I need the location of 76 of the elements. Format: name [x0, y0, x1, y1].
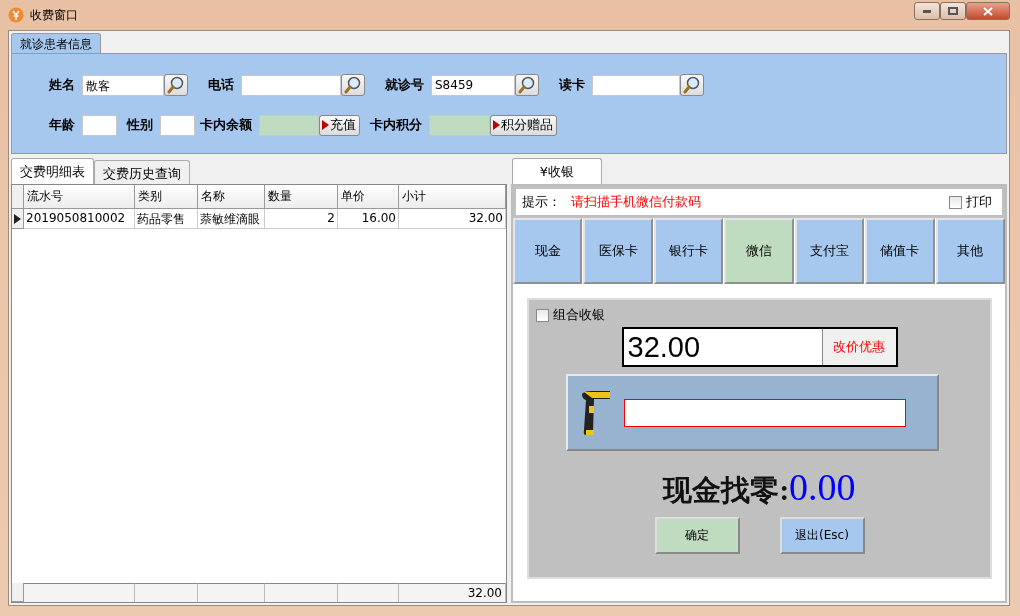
checkbox-label: 组合收银 — [553, 306, 605, 324]
table-cell: 32.00 — [399, 209, 506, 229]
search-button[interactable] — [341, 74, 365, 96]
close-icon — [983, 6, 993, 16]
hint-message: 请扫描手机微信付款码 — [571, 193, 702, 211]
footer-corner-cell — [12, 583, 24, 602]
column-header[interactable]: 小计 — [399, 185, 506, 209]
table-cell: 药品零售 — [135, 209, 198, 229]
input-field[interactable] — [160, 114, 195, 136]
hint-label: 提示： — [522, 193, 561, 211]
tab[interactable]: 交费明细表 — [11, 158, 94, 184]
window-title: 收费窗口 — [30, 6, 78, 24]
input-field[interactable] — [259, 114, 319, 136]
row-pointer-icon — [14, 213, 21, 224]
header-corner-cell — [12, 185, 24, 209]
table-cell: 16.00 — [338, 209, 399, 229]
input-field[interactable]: S8459 — [431, 74, 515, 96]
search-icon — [518, 76, 536, 94]
tab[interactable]: ¥收银 — [512, 158, 602, 184]
close-button[interactable] — [966, 2, 1010, 20]
checkbox-label: 打印 — [966, 193, 992, 211]
field-label: 读卡 — [559, 76, 585, 94]
payment-method-button[interactable]: 其他 — [935, 218, 1005, 284]
payment-method-button[interactable]: 微信 — [724, 218, 794, 284]
exit-button[interactable]: 退出(Esc) — [779, 517, 865, 554]
table-cell: 2 — [265, 209, 338, 229]
row-indicator[interactable] — [12, 209, 24, 229]
search-button[interactable] — [680, 74, 704, 96]
input-field[interactable]: 散客 — [82, 74, 164, 96]
input-field[interactable] — [429, 114, 490, 136]
action-button[interactable]: 充值 — [319, 114, 360, 136]
checkbox[interactable] — [536, 308, 549, 322]
minimize-button[interactable] — [914, 2, 940, 20]
input-field[interactable] — [592, 74, 680, 96]
search-button[interactable] — [164, 74, 188, 96]
change-label: 现金找零: — [663, 473, 790, 508]
input-field[interactable] — [241, 74, 341, 96]
tab[interactable]: 就诊患者信息 — [11, 33, 101, 53]
tab[interactable]: 交费历史查询 — [94, 160, 190, 184]
field-label: 卡内积分 — [370, 116, 422, 134]
field-label: 姓名 — [49, 76, 75, 94]
field-label: 电话 — [208, 76, 234, 94]
field-label: 卡内余额 — [200, 116, 252, 134]
maximize-icon — [948, 7, 958, 15]
input-field[interactable] — [82, 114, 117, 136]
barcode-scanner-icon — [580, 389, 612, 436]
field-label: 就诊号 — [385, 76, 424, 94]
minimize-icon — [923, 9, 931, 13]
scan-input-field[interactable] — [624, 398, 906, 427]
payment-method-button[interactable]: 银行卡 — [653, 218, 724, 284]
action-button[interactable]: 积分赠品 — [490, 114, 557, 136]
maximize-button[interactable] — [940, 2, 966, 20]
search-icon — [167, 76, 185, 94]
checkbox[interactable] — [949, 195, 962, 209]
payment-method-button[interactable]: 支付宝 — [794, 218, 865, 284]
column-header[interactable]: 流水号 — [24, 185, 135, 209]
total-cell: 32.00 — [399, 583, 506, 602]
field-label: 年龄 — [49, 116, 75, 134]
play-icon — [322, 120, 329, 130]
search-icon — [344, 76, 362, 94]
change-value: 0.00 — [789, 465, 856, 509]
field-label: 性别 — [127, 116, 153, 134]
column-header[interactable]: 类别 — [135, 185, 198, 209]
payment-method-button[interactable]: 现金 — [513, 218, 583, 284]
table-cell: 萘敏维滴眼 — [198, 209, 265, 229]
column-header[interactable]: 单价 — [338, 185, 399, 209]
yen-coin-icon — [8, 7, 24, 23]
payment-method-button[interactable]: 医保卡 — [583, 218, 653, 284]
search-icon — [683, 76, 701, 94]
play-icon — [493, 120, 500, 130]
confirm-button[interactable]: 确定 — [654, 517, 740, 554]
column-header[interactable]: 名称 — [198, 185, 265, 209]
payment-method-button[interactable]: 储值卡 — [865, 218, 935, 284]
table-cell: 2019050810002 — [24, 209, 135, 229]
column-header[interactable]: 数量 — [265, 185, 338, 209]
search-button[interactable] — [515, 74, 539, 96]
